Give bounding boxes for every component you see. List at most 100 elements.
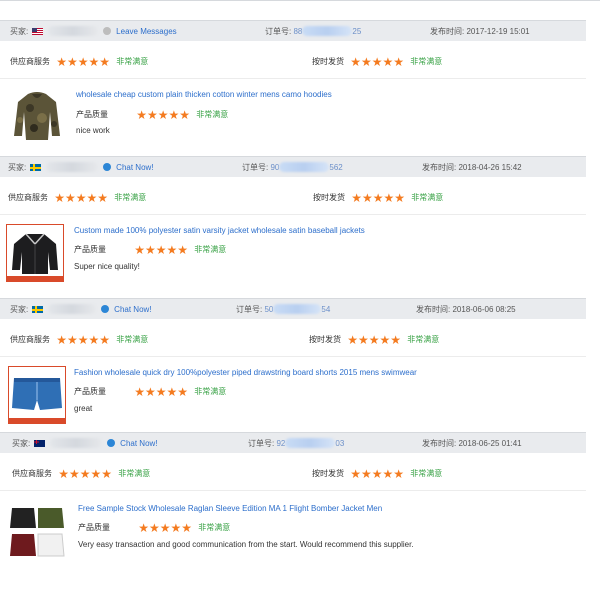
product-thumbnail[interactable] — [6, 224, 64, 282]
very-satisfied-text: 非常满意 — [198, 523, 231, 532]
ratings-row: 供应商服务 ★★★★★ 非常满意 按时发货 ★★★★★ 非常满意 — [0, 42, 586, 79]
order-number-end: 562 — [329, 163, 343, 172]
chat-bubble-icon — [106, 439, 115, 447]
very-satisfied-text: 非常满意 — [411, 193, 444, 202]
order-number-end: 25 — [352, 27, 362, 36]
review-header: 买家: Chat Now! 订单号: 92 03 发布时间: 2018-06-25… — [0, 432, 586, 453]
very-satisfied-text: 非常满意 — [194, 245, 227, 254]
five-stars-icon: ★★★★★ — [351, 191, 406, 205]
product-title-link[interactable]: wholesale cheap custom plain thicken cot… — [76, 90, 332, 99]
five-stars-icon: ★★★★★ — [54, 191, 109, 205]
supplier-service-label: 供应商服务 — [12, 469, 52, 478]
product-title-link[interactable]: Custom made 100% polyester satin varsity… — [74, 226, 365, 235]
buyer-label: 买家: — [12, 439, 31, 448]
product-quality-label: 产品质量 — [78, 523, 110, 532]
very-satisfied-text: 非常满意 — [118, 469, 151, 478]
product-title-link[interactable]: Fashion wholesale quick dry 100%polyeste… — [74, 368, 417, 377]
product-thumbnail[interactable] — [8, 88, 66, 146]
five-stars-icon: ★★★★★ — [350, 55, 405, 69]
published-label: 发布时间: — [422, 439, 457, 448]
five-stars-icon: ★★★★★ — [136, 108, 191, 122]
order-number-start: 88 — [293, 27, 303, 36]
order-number-redacted — [302, 26, 353, 36]
published-time: 2018-06-25 01:41 — [458, 439, 522, 448]
product-block: wholesale cheap custom plain thicken cot… — [0, 80, 586, 155]
buyer-name-redacted — [49, 438, 102, 448]
order-number-start: 50 — [264, 305, 274, 314]
order-number-end: 03 — [335, 439, 345, 448]
review-comment: Very easy transaction and good communica… — [78, 540, 414, 549]
order-number-redacted — [279, 162, 330, 172]
supplier-service-label: 供应商服务 — [10, 57, 50, 66]
review-header: 买家: Chat Now! 订单号: 50 54 发布时间: 2018-06-06… — [0, 298, 586, 319]
very-satisfied-text: 非常满意 — [410, 57, 443, 66]
review-card: 买家: Leave Messages 订单号: 88 25 发布时间: 2017-… — [0, 0, 600, 156]
review-header: 买家: Chat Now! 订单号: 90 562 发布时间: 2018-04-2… — [0, 156, 586, 177]
buyer-label: 买家: — [10, 27, 29, 36]
very-satisfied-text: 非常满意 — [116, 57, 149, 66]
order-number-start: 92 — [276, 439, 286, 448]
published-time: 2017-12-19 15:01 — [466, 27, 530, 36]
review-comment: great — [74, 404, 93, 413]
chat-bubble-icon — [102, 163, 111, 171]
five-stars-icon: ★★★★★ — [56, 333, 111, 347]
order-number-end: 54 — [321, 305, 331, 314]
published-time: 2018-04-26 15:42 — [458, 163, 522, 172]
shipping-label: 按时发货 — [312, 57, 344, 66]
order-number-redacted — [273, 304, 322, 314]
ratings-row: 供应商服务 ★★★★★ 非常满意 按时发货 ★★★★★ 非常满意 — [0, 178, 586, 215]
product-quality-label: 产品质量 — [76, 110, 108, 119]
supplier-service-label: 供应商服务 — [8, 193, 48, 202]
shipping-label: 按时发货 — [313, 193, 345, 202]
order-label: 订单号: — [248, 439, 275, 448]
review-card: 买家: Chat Now! 订单号: 92 03 发布时间: 2018-06-25… — [0, 432, 600, 572]
five-stars-icon: ★★★★★ — [56, 55, 111, 69]
five-stars-icon: ★★★★★ — [134, 243, 189, 257]
product-title-link[interactable]: Free Sample Stock Wholesale Raglan Sleev… — [78, 504, 382, 513]
product-thumbnail[interactable] — [8, 502, 66, 560]
supplier-service-label: 供应商服务 — [10, 335, 50, 344]
product-quality-label: 产品质量 — [74, 245, 106, 254]
se-flag-icon — [30, 164, 42, 171]
product-block: Custom made 100% polyester satin varsity… — [0, 216, 586, 296]
published-time: 2018-06-06 08:25 — [452, 305, 516, 314]
order-label: 订单号: — [236, 305, 263, 314]
au-flag-icon — [34, 440, 46, 447]
review-comment: nice work — [76, 126, 110, 135]
five-stars-icon: ★★★★★ — [347, 333, 402, 347]
order-label: 订单号: — [265, 27, 292, 36]
se-flag-icon — [32, 306, 44, 313]
product-block: Fashion wholesale quick dry 100%polyeste… — [0, 358, 586, 432]
chat-now-link[interactable]: Chat Now! — [116, 163, 153, 172]
five-stars-icon: ★★★★★ — [138, 521, 193, 535]
buyer-label: 买家: — [8, 163, 27, 172]
very-satisfied-text: 非常满意 — [407, 335, 440, 344]
order-number-redacted — [285, 438, 336, 448]
order-label: 订单号: — [242, 163, 269, 172]
shipping-label: 按时发货 — [312, 469, 344, 478]
buyer-name-redacted — [47, 26, 98, 36]
five-stars-icon: ★★★★★ — [58, 467, 113, 481]
published-label: 发布时间: — [416, 305, 451, 314]
review-card: 买家: Chat Now! 订单号: 90 562 发布时间: 2018-04-2… — [0, 156, 600, 298]
review-header: 买家: Leave Messages 订单号: 88 25 发布时间: 2017-… — [0, 20, 586, 41]
very-satisfied-text: 非常满意 — [194, 387, 227, 396]
us-flag-icon — [32, 28, 44, 35]
ratings-row: 供应商服务 ★★★★★ 非常满意 按时发货 ★★★★★ 非常满意 — [0, 454, 586, 491]
product-block: Free Sample Stock Wholesale Raglan Sleev… — [0, 492, 586, 572]
published-label: 发布时间: — [430, 27, 465, 36]
product-quality-label: 产品质量 — [74, 387, 106, 396]
product-thumbnail[interactable] — [8, 366, 66, 424]
review-card: 买家: Chat Now! 订单号: 50 54 发布时间: 2018-06-06… — [0, 298, 600, 432]
leave-messages-link[interactable]: Leave Messages — [116, 27, 176, 36]
chat-now-link[interactable]: Chat Now! — [120, 439, 157, 448]
five-stars-icon: ★★★★★ — [134, 385, 189, 399]
very-satisfied-text: 非常满意 — [410, 469, 443, 478]
gray-dot-icon — [102, 27, 111, 35]
shipping-label: 按时发货 — [309, 335, 341, 344]
buyer-name-redacted — [47, 304, 96, 314]
chat-now-link[interactable]: Chat Now! — [114, 305, 151, 314]
five-stars-icon: ★★★★★ — [350, 467, 405, 481]
buyer-name-redacted — [45, 162, 98, 172]
chat-bubble-icon — [100, 305, 109, 313]
